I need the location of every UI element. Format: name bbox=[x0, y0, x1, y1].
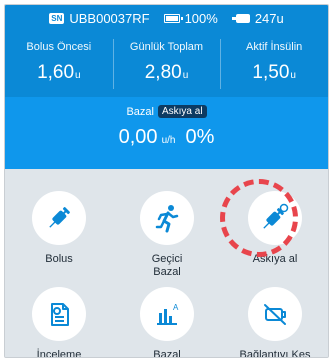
stat-unit: u bbox=[290, 70, 296, 81]
reservoir-status: 247u bbox=[231, 10, 284, 26]
serial-number: SN UBB00037RF bbox=[49, 10, 150, 26]
stat-label: Bolus Öncesi bbox=[26, 41, 92, 53]
serial-tag: SN bbox=[49, 12, 65, 24]
syringe-icon bbox=[49, 207, 70, 228]
bar-chart-icon: A bbox=[157, 303, 179, 325]
reservoir-icon bbox=[231, 13, 250, 23]
suspend-label: Askıya al bbox=[252, 253, 298, 265]
review-label: İnceleme bbox=[36, 349, 82, 358]
review-button[interactable]: İnceleme bbox=[5, 287, 113, 358]
stat-active-insulin: Aktif İnsülin 1,50u bbox=[220, 31, 328, 97]
stat-unit: u bbox=[182, 70, 189, 81]
svg-text:A: A bbox=[173, 303, 179, 312]
stat-unit: u bbox=[75, 70, 81, 81]
battery-value: 100% bbox=[184, 10, 218, 26]
reservoir-value: 247u bbox=[254, 10, 284, 26]
stat-bolus-before: Bolus Öncesi 1,60u bbox=[5, 31, 113, 97]
temp-basal-button[interactable]: Geçici Bazal bbox=[113, 191, 221, 279]
basal-button[interactable]: A Bazal bbox=[113, 287, 221, 358]
disconnect-label: Bağlantıyı Kes bbox=[239, 349, 311, 358]
basal-label: Bazal bbox=[126, 105, 154, 118]
basal-percent: 0% bbox=[185, 126, 215, 148]
basal-rate-unit: u/h bbox=[161, 135, 176, 146]
highlight-ring bbox=[220, 179, 298, 257]
temp-basal-label: Geçici Bazal bbox=[151, 253, 183, 278]
insulin-stats: Bolus Öncesi 1,60u Günlük Toplam 2,80u A… bbox=[5, 31, 328, 97]
pump-screen: SN UBB00037RF 100% 247u Bolus Öncesi 1,6… bbox=[4, 4, 329, 358]
stat-value: 1,50 bbox=[252, 62, 290, 83]
document-search-icon bbox=[51, 303, 69, 326]
stat-value: 2,80 bbox=[144, 62, 182, 83]
battery-status: 100% bbox=[163, 10, 218, 26]
serial-value: UBB00037RF bbox=[69, 10, 150, 26]
basal-panel: Bazal Askıya al 0,00 u/h 0% bbox=[5, 97, 328, 169]
stat-label: Aktif İnsülin bbox=[246, 41, 303, 53]
battery-icon bbox=[163, 13, 183, 23]
menu-grid: Bolus Geçici Bazal Askıya al İnceleme A … bbox=[5, 169, 328, 358]
disconnect-button[interactable]: Bağlantıyı Kes bbox=[221, 287, 328, 358]
suspend-badge: Askıya al bbox=[157, 105, 207, 118]
stat-value: 1,60 bbox=[37, 62, 75, 83]
basal-menu-label: Bazal bbox=[153, 349, 181, 358]
basal-rate: 0,00 bbox=[118, 126, 158, 148]
disconnect-icon bbox=[264, 304, 286, 325]
status-bar: SN UBB00037RF 100% 247u bbox=[5, 5, 328, 31]
bolus-label: Bolus bbox=[45, 253, 73, 265]
bolus-button[interactable]: Bolus bbox=[5, 191, 113, 266]
stat-label: Günlük Toplam bbox=[129, 41, 204, 53]
running-person-icon bbox=[155, 205, 179, 233]
stat-daily-total: Günlük Toplam 2,80u bbox=[112, 31, 221, 97]
